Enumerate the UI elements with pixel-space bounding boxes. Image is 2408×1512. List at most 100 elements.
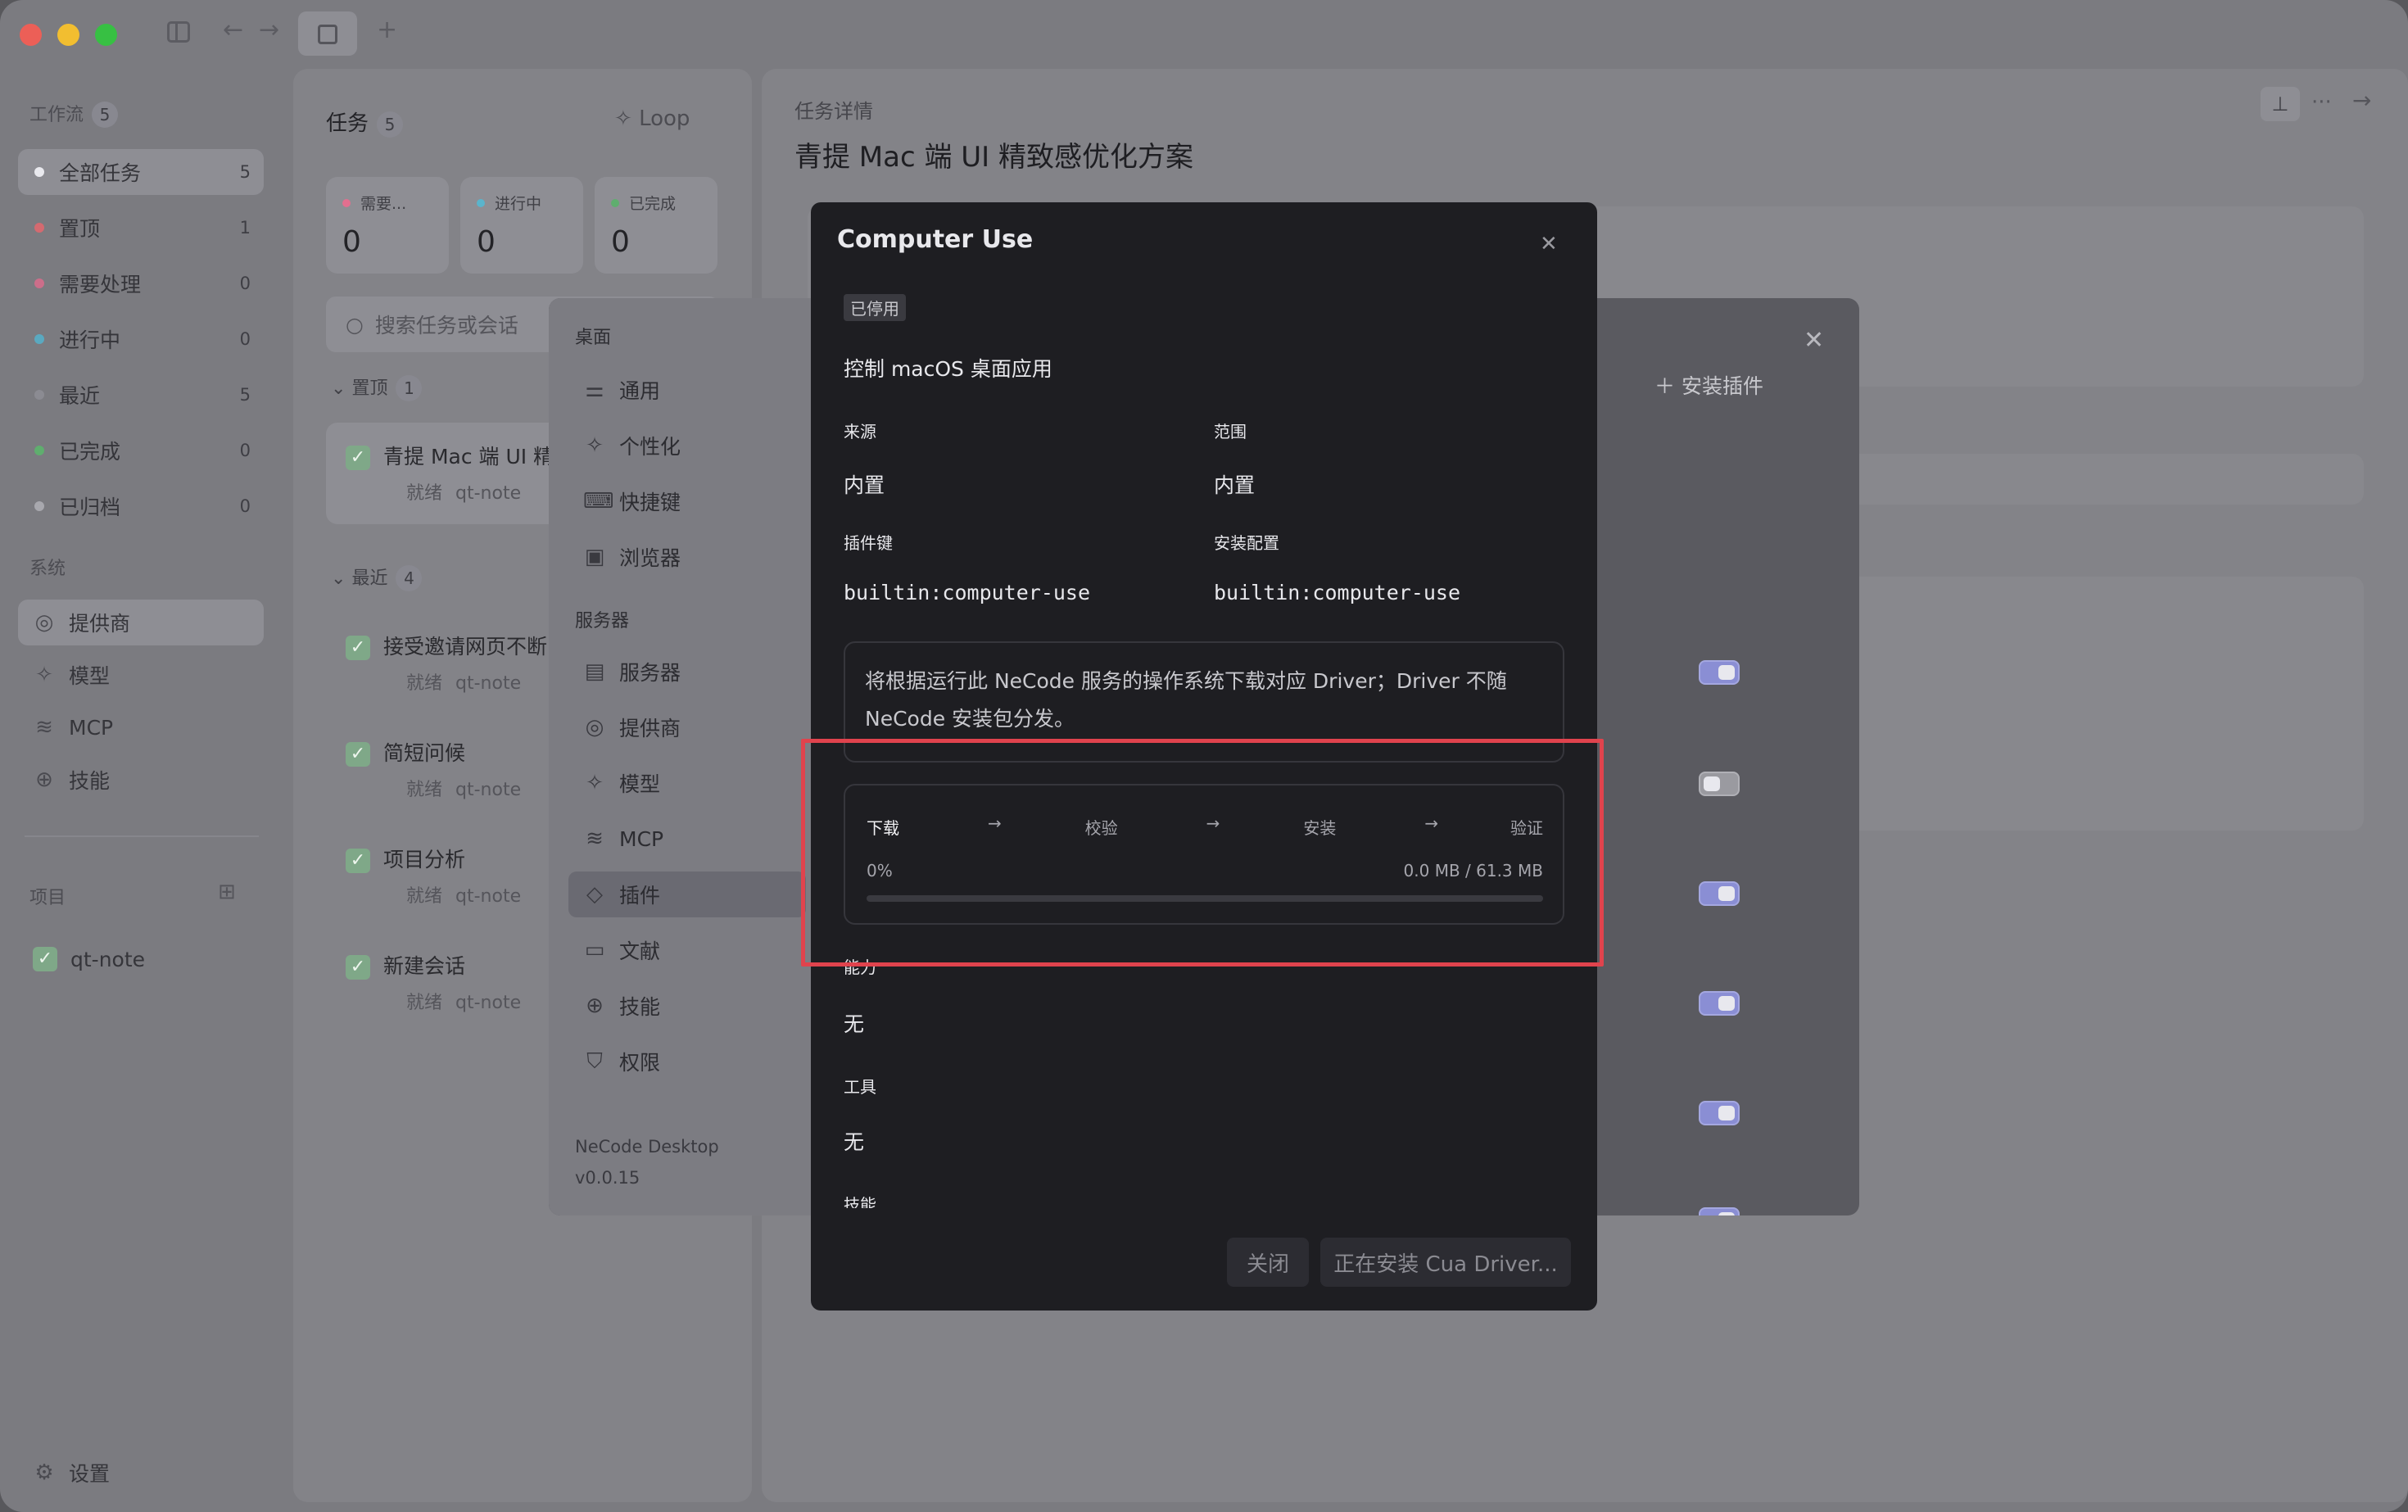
settings-nav: 桌面 ⚌ 通用 ✧ 个性化 ⌨ 快捷键 ▣ 浏览器 服务器 ▤ 服务器 ◎ 提供商 ✧ 模型 ≋ MCP ◇ 插…: [549, 298, 811, 1215]
skills-icon: ⊕: [35, 767, 53, 792]
sliders-icon: ⚌: [585, 378, 604, 402]
status-dot-icon: [34, 446, 44, 455]
status-badge: 已停用: [844, 294, 906, 321]
project-icon: ✓: [33, 947, 57, 971]
settings-nav-item[interactable]: ✧ 模型: [568, 760, 806, 806]
new-tab-icon[interactable]: +: [377, 18, 397, 43]
status-dot-icon: [34, 278, 44, 288]
settings-nav-item[interactable]: ≋ MCP: [568, 816, 806, 862]
plugin-toggle[interactable]: [1699, 660, 1740, 685]
sidebar-item[interactable]: 需要处理 0: [18, 260, 264, 306]
highlight-box: [801, 739, 1604, 967]
tools-value: 无: [844, 1130, 865, 1154]
provider-icon: ◎: [34, 610, 54, 635]
plugin-toggle[interactable]: [1699, 991, 1740, 1016]
sidebar-item[interactable]: 置顶 1: [18, 205, 264, 251]
status-dot-icon: [477, 198, 485, 207]
status-dot-icon: [34, 501, 44, 511]
scope-value: 内置: [1214, 473, 1256, 497]
more-icon[interactable]: ···: [2311, 90, 2332, 115]
sidebar: 工作流 5 全部任务 5 置顶 1 需要处理 0 进行中 0 最近 5 已完成 0 已归档 0 系统 ◎ 提供…: [0, 0, 278, 1512]
pinned-group-header[interactable]: ⌄ 置顶 1: [331, 373, 423, 401]
plugin-toggle[interactable]: [1699, 881, 1740, 906]
stat-card[interactable]: 进行中 0: [460, 177, 583, 274]
sidebar-item[interactable]: 已完成 0: [18, 428, 264, 473]
installing-button[interactable]: 正在安装 Cua Driver...: [1320, 1238, 1571, 1287]
stat-card[interactable]: 需要... 0: [326, 177, 449, 274]
settings-nav-item[interactable]: ⊕ 技能: [568, 983, 806, 1029]
system-item[interactable]: ≋ MCP: [18, 704, 264, 750]
install-config-label: 安装配置: [1214, 533, 1279, 553]
tools-label: 工具: [844, 1077, 876, 1097]
task-check-icon: ✓: [346, 742, 370, 767]
tasks-header: 任务 5: [326, 106, 404, 138]
sidebar-divider: [25, 835, 259, 837]
plugin-key-label: 插件键: [844, 533, 893, 553]
status-dot-icon: [34, 223, 44, 233]
stat-card[interactable]: 已完成 0: [595, 177, 717, 274]
sidebar-item[interactable]: 已归档 0: [18, 483, 264, 529]
settings-nav-item[interactable]: ◎ 提供商: [568, 704, 806, 750]
dialog-title: Computer Use: [837, 225, 1034, 254]
install-plugin-button[interactable]: ＋ 安装插件: [1654, 370, 1763, 400]
browser-icon: ▣: [584, 545, 605, 569]
status-dot-icon: [34, 167, 44, 177]
chevron-down-icon: ⌄: [331, 568, 352, 589]
shield-icon: ⛉: [586, 1048, 603, 1074]
capabilities-value: 无: [844, 1012, 865, 1036]
provider-icon: ◎: [585, 715, 604, 740]
settings-nav-item[interactable]: ✧ 个性化: [568, 423, 806, 469]
skills-label: 技能: [844, 1195, 876, 1208]
task-check-icon: ✓: [346, 849, 370, 873]
plugin-toggle[interactable]: [1699, 1207, 1740, 1215]
sparkle-icon: ✧: [35, 663, 53, 687]
task-check-icon: ✓: [346, 636, 370, 660]
settings-nav-item[interactable]: ⛉ 权限: [568, 1039, 806, 1084]
settings-nav-item[interactable]: ⚌ 通用: [568, 367, 806, 413]
sidebar-item[interactable]: 全部任务 5: [18, 149, 264, 195]
close-icon[interactable]: ✕: [1540, 232, 1558, 256]
settings-nav-item[interactable]: ▣ 浏览器: [568, 534, 806, 580]
projects-section-label: 项目: [29, 888, 66, 908]
sidebar-item[interactable]: 最近 5: [18, 372, 264, 418]
gear-icon: ⚙: [34, 1460, 54, 1485]
archive-icon: ▭: [584, 938, 605, 962]
status-dot-icon: [34, 390, 44, 400]
plugin-toggle[interactable]: [1699, 772, 1740, 796]
system-item[interactable]: ✧ 模型: [18, 652, 264, 698]
plugin-description: 控制 macOS 桌面应用: [844, 357, 1052, 381]
app-version: v0.0.15: [575, 1168, 640, 1188]
close-icon[interactable]: ✕: [1804, 326, 1824, 355]
keyboard-icon: ⌨: [583, 489, 614, 514]
search-icon: ○: [346, 312, 364, 337]
settings-nav-item[interactable]: ▤ 服务器: [568, 649, 806, 695]
server-section-label: 服务器: [575, 611, 630, 632]
workspace-button[interactable]: [298, 11, 357, 56]
forward-arrow-icon[interactable]: →: [2352, 87, 2371, 114]
plugin-icon: ◇: [586, 882, 603, 907]
recent-group-header[interactable]: ⌄ 最近 4: [331, 564, 423, 591]
settings-nav-item[interactable]: ▭ 文献: [568, 927, 806, 973]
close-button[interactable]: 关闭: [1227, 1238, 1309, 1287]
add-project-icon[interactable]: ⊞: [218, 880, 236, 904]
system-section-label: 系统: [29, 559, 66, 579]
pin-icon[interactable]: ⊥: [2261, 87, 2300, 121]
sidebar-item[interactable]: 进行中 0: [18, 316, 264, 362]
details-label: 任务详情: [794, 100, 873, 123]
system-item[interactable]: ◎ 提供商: [18, 600, 264, 645]
project-item[interactable]: ✓ qt-note: [18, 936, 264, 982]
source-label: 来源: [844, 422, 876, 441]
settings-nav-item[interactable]: ◇ 插件: [568, 871, 806, 917]
system-item[interactable]: ⊕ 技能: [18, 757, 264, 803]
sparkle-icon: ✧: [586, 771, 604, 795]
install-config-value: builtin:computer-use: [1214, 581, 1461, 604]
settings-nav-item[interactable]: ⌨ 快捷键: [568, 478, 806, 524]
settings-button[interactable]: ⚙ 设置: [18, 1450, 264, 1496]
sparkle-icon: ✧: [586, 433, 604, 458]
app-name: NeCode Desktop: [575, 1137, 719, 1157]
scope-label: 范围: [1214, 422, 1247, 441]
loop-icon: ✧: [614, 106, 640, 131]
loop-button[interactable]: ✧ Loop: [614, 106, 690, 131]
plugin-toggle[interactable]: [1699, 1101, 1740, 1125]
server-icon: ▤: [584, 659, 605, 684]
